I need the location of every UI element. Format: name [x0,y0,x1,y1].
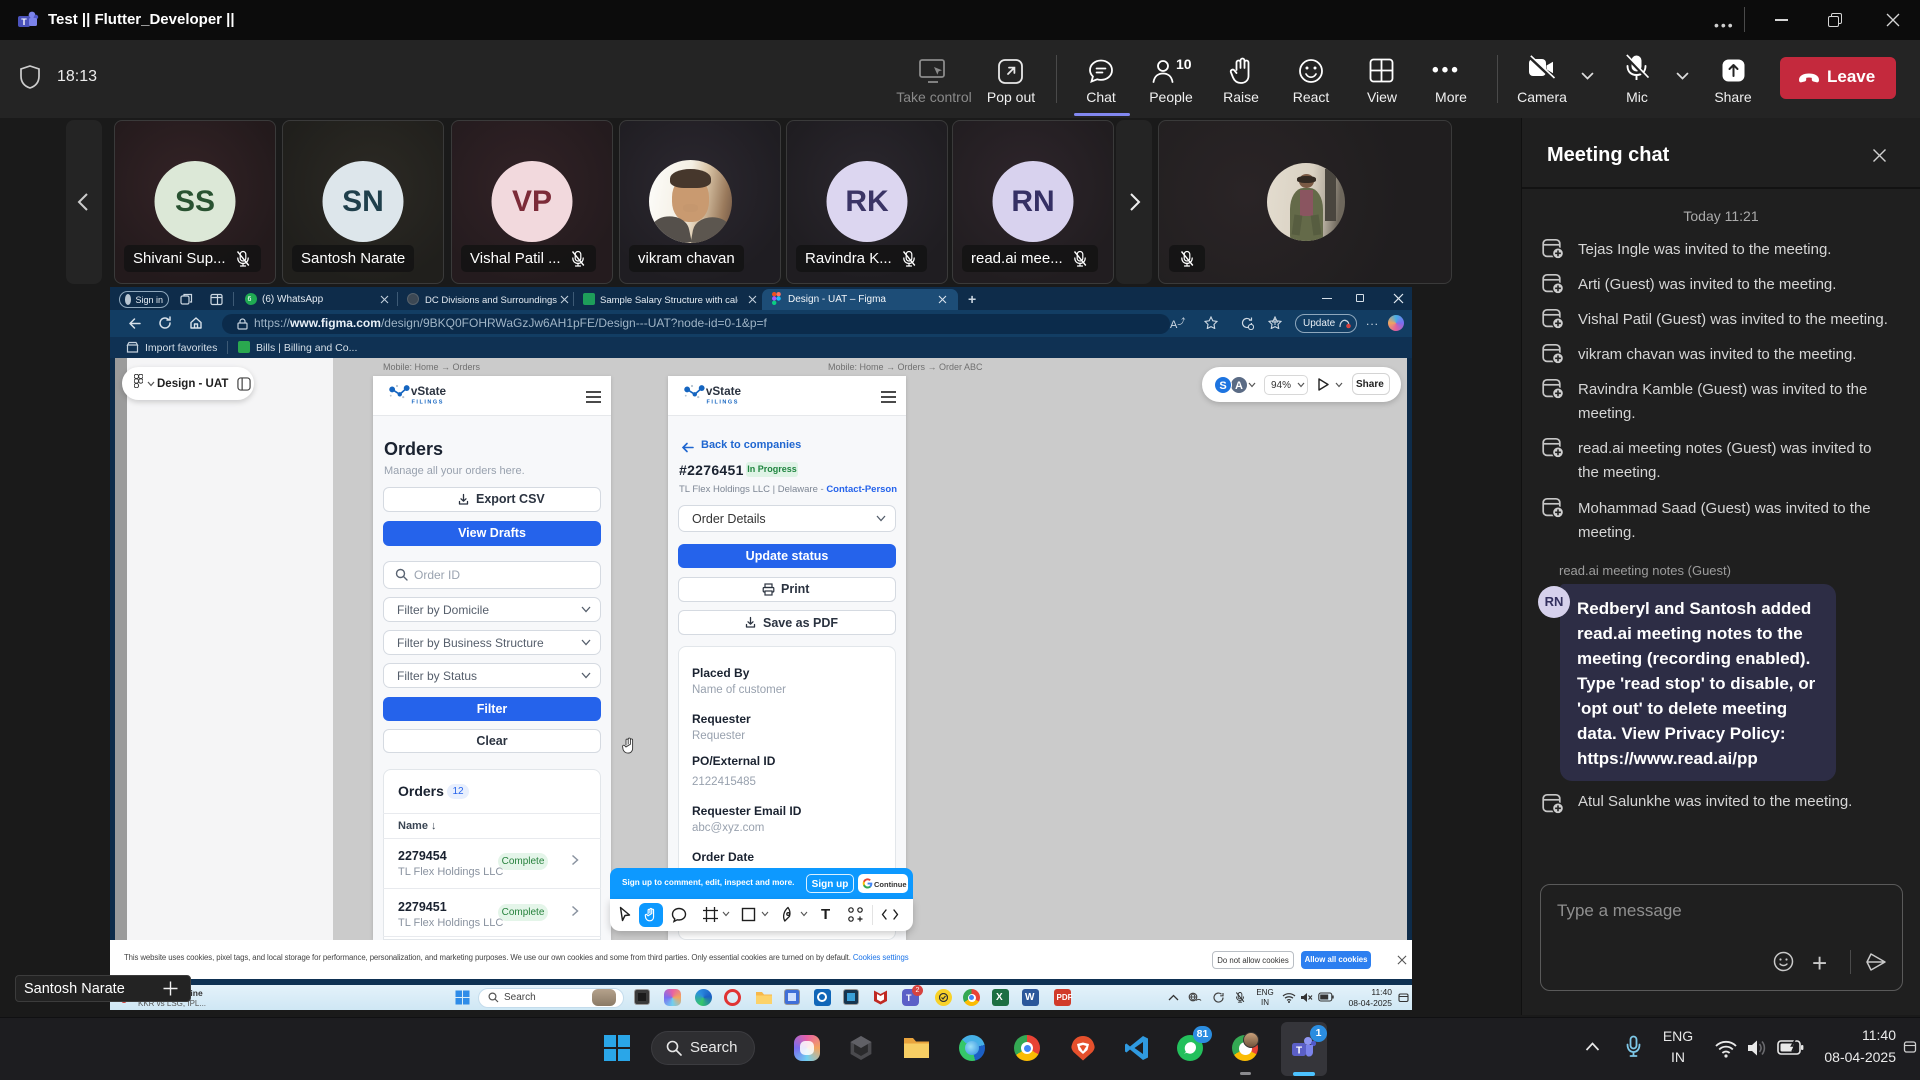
svg-text:FILINGS: FILINGS [707,399,739,405]
svg-text:vState: vState [411,385,447,398]
svg-text:FILINGS: FILINGS [412,399,444,405]
svg-text:T: T [1296,1046,1302,1057]
svg-text:vState: vState [706,385,742,398]
svg-text:T: T [21,17,27,27]
